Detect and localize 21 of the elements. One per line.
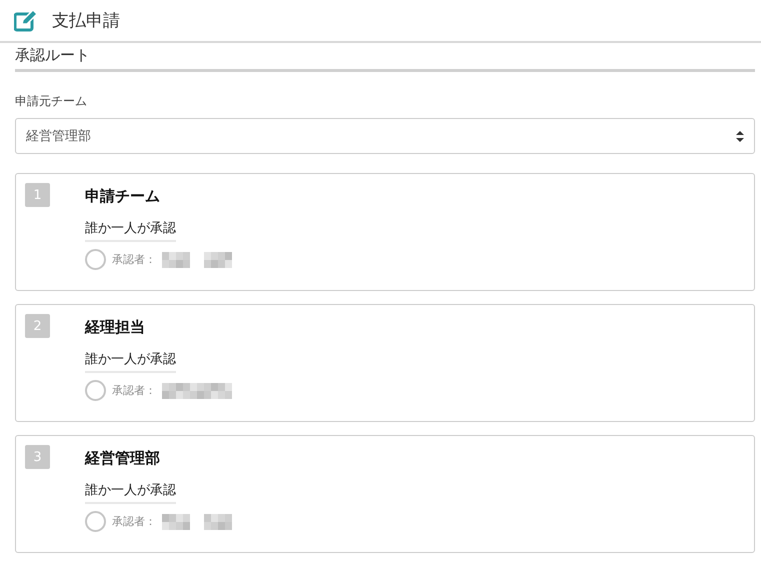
team-select[interactable]: 経営管理部 xyxy=(15,118,755,154)
page-title: 支払申請 xyxy=(52,10,120,32)
step-title: 経営管理部 xyxy=(85,449,160,468)
radio-button[interactable] xyxy=(85,511,106,532)
redacted-name-drawing xyxy=(162,514,232,530)
field-label: 申請元チーム xyxy=(15,93,88,110)
step-title: 申請チーム xyxy=(85,187,160,206)
approval-rule: 誰か一人が承認 xyxy=(85,219,176,242)
step-title: 経理担当 xyxy=(85,318,145,337)
redacted-name-drawing xyxy=(162,382,232,398)
approver-label: 承認者： xyxy=(112,383,156,398)
redacted-name-drawing xyxy=(162,252,232,268)
edit-icon xyxy=(14,10,38,32)
radio-button[interactable] xyxy=(85,249,106,270)
approver-label: 承認者： xyxy=(112,514,156,529)
radio-button[interactable] xyxy=(85,380,106,401)
approver-label: 承認者： xyxy=(112,252,156,267)
approval-rule: 誰か一人が承認 xyxy=(85,350,176,373)
section-title: 承認ルート xyxy=(15,43,755,72)
sort-caret-icon xyxy=(736,130,744,142)
approval-rule: 誰か一人が承認 xyxy=(85,481,176,504)
